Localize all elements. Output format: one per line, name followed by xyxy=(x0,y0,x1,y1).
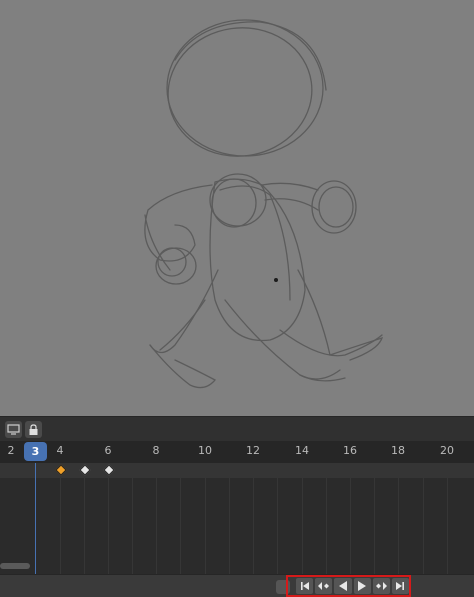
frame-gridline xyxy=(447,478,448,574)
tick-label: 10 xyxy=(198,444,212,457)
tick-label: 6 xyxy=(104,444,112,457)
tick-label: 20 xyxy=(440,444,454,457)
sketch-torso xyxy=(209,178,306,342)
keyframe[interactable] xyxy=(79,464,91,476)
tick-label: 2 xyxy=(7,444,15,457)
frame-gridline xyxy=(84,478,85,574)
timeline-panel: 2 4 6 8 10 12 14 16 18 20 3 xyxy=(0,416,474,597)
frame-gridline xyxy=(132,478,133,574)
tick-label: 4 xyxy=(56,444,64,457)
frame-gridline xyxy=(156,478,157,574)
character-sketch xyxy=(144,19,384,389)
tick-label: 8 xyxy=(152,444,160,457)
viewport-canvas[interactable] xyxy=(0,0,474,416)
jump-to-next-keyframe-icon xyxy=(376,582,388,590)
frame-gridline xyxy=(326,478,327,574)
frame-gridline xyxy=(374,478,375,574)
display-toggle-button[interactable] xyxy=(5,421,22,438)
jump-to-end-button[interactable] xyxy=(391,578,410,594)
frame-gridline xyxy=(205,478,206,574)
frame-gridline xyxy=(423,478,424,574)
play-reverse-button[interactable] xyxy=(334,578,352,594)
timeline-header xyxy=(0,416,474,441)
frame-gridline xyxy=(350,478,351,574)
play-icon xyxy=(358,581,367,591)
lock-toggle-button[interactable] xyxy=(25,421,42,438)
jump-to-next-keyframe-button[interactable] xyxy=(372,578,390,594)
playhead[interactable] xyxy=(35,463,36,574)
jump-to-prev-keyframe-button[interactable] xyxy=(315,578,333,594)
tick-label: 14 xyxy=(295,444,309,457)
frame-gridline xyxy=(180,478,181,574)
sketch-foot-left xyxy=(149,344,217,389)
tick-label: 16 xyxy=(343,444,357,457)
frame-gridline xyxy=(302,478,303,574)
pivot-point xyxy=(274,278,278,282)
play-button[interactable] xyxy=(353,578,371,594)
frame-gridline xyxy=(108,478,109,574)
summary-keyframe-row[interactable] xyxy=(0,463,474,478)
current-frame-indicator[interactable]: 3 xyxy=(24,442,47,461)
keyframe[interactable] xyxy=(103,464,115,476)
jump-to-end-icon xyxy=(396,582,405,590)
horizontal-scrollbar[interactable] xyxy=(0,563,30,569)
frame-gridline xyxy=(253,478,254,574)
frame-gridline xyxy=(398,478,399,574)
tick-label: 18 xyxy=(391,444,405,457)
sketch-head xyxy=(166,19,324,157)
jump-to-start-button[interactable] xyxy=(296,578,314,594)
sketch-shoulder-left xyxy=(209,173,267,227)
lock-icon xyxy=(29,423,38,435)
frame-gridline xyxy=(277,478,278,574)
frame-gridline xyxy=(229,478,230,574)
frame-gridline xyxy=(60,478,61,574)
playback-footer xyxy=(0,574,474,597)
tick-label: 12 xyxy=(246,444,260,457)
display-icon xyxy=(7,424,20,435)
jump-to-start-icon xyxy=(300,582,309,590)
keyframe-selected[interactable] xyxy=(55,464,67,476)
play-reverse-icon xyxy=(338,581,347,591)
timeline-tracks[interactable] xyxy=(0,478,474,574)
sketch-hand-left xyxy=(155,247,197,285)
frame-ruler[interactable]: 2 4 6 8 10 12 14 16 18 20 3 xyxy=(0,441,474,463)
playback-controls-highlight xyxy=(286,575,411,597)
jump-to-prev-keyframe-icon xyxy=(317,582,329,590)
